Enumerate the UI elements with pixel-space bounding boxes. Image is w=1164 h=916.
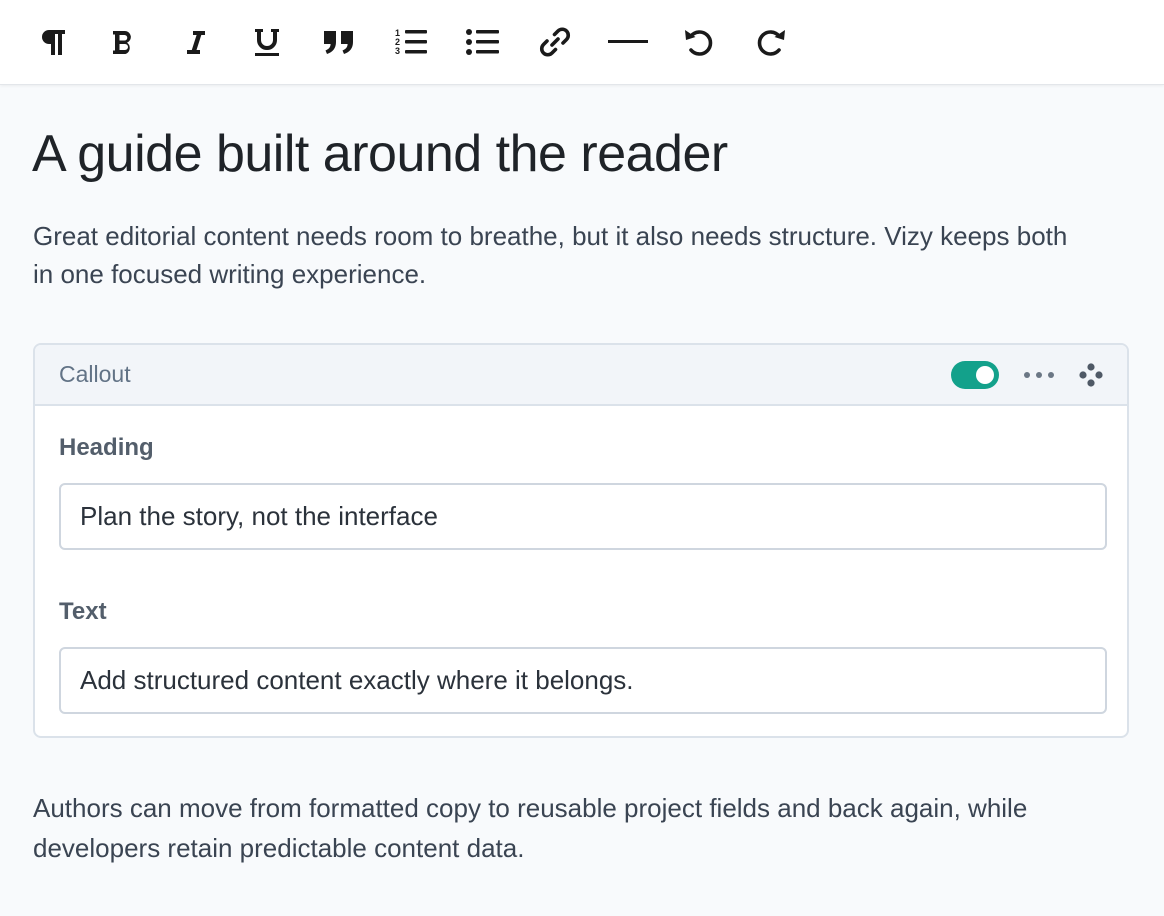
ordered-list-icon: 1 2 3 — [395, 28, 427, 56]
document-title[interactable]: A guide built around the reader — [32, 122, 728, 186]
move-icon — [1079, 363, 1103, 387]
horizontal-rule-button[interactable] — [606, 20, 650, 64]
editor-toolbar: 1 2 3 — [0, 0, 1164, 85]
undo-icon — [685, 30, 713, 56]
callout-more-button[interactable] — [1019, 361, 1059, 389]
horizontal-rule-icon — [608, 40, 648, 43]
underline-icon — [255, 29, 279, 56]
svg-text:3: 3 — [395, 46, 400, 56]
ordered-list-button[interactable]: 1 2 3 — [389, 20, 433, 64]
paragraph-button[interactable] — [31, 20, 75, 64]
callout-move-handle[interactable] — [1075, 359, 1107, 391]
italic-button[interactable] — [174, 20, 218, 64]
callout-title: Callout — [59, 361, 131, 387]
heading-field-label: Heading — [59, 434, 154, 461]
paragraph-icon — [42, 30, 65, 55]
body-paragraph[interactable]: Authors can move from formatted copy to … — [33, 788, 1123, 868]
toggle-knob — [976, 366, 994, 384]
italic-icon — [187, 31, 205, 54]
callout-enabled-toggle[interactable] — [951, 361, 999, 389]
text-input[interactable] — [59, 647, 1107, 714]
bullet-list-icon — [466, 29, 499, 55]
callout-header: Callout — [35, 345, 1127, 406]
redo-button[interactable] — [749, 20, 793, 64]
more-horizontal-icon — [1024, 372, 1054, 378]
blockquote-icon — [324, 31, 353, 54]
text-field-label: Text — [59, 598, 107, 625]
bold-button[interactable] — [102, 20, 146, 64]
redo-icon — [757, 30, 785, 56]
link-button[interactable] — [533, 20, 577, 64]
blockquote-button[interactable] — [317, 20, 361, 64]
bold-icon — [113, 31, 131, 54]
lead-paragraph[interactable]: Great editorial content needs room to br… — [33, 217, 1093, 293]
bullet-list-button[interactable] — [461, 20, 505, 64]
link-icon — [540, 27, 570, 57]
underline-button[interactable] — [245, 20, 289, 64]
callout-block: Callout Heading Text — [33, 343, 1129, 738]
undo-button[interactable] — [677, 20, 721, 64]
heading-input[interactable] — [59, 483, 1107, 550]
